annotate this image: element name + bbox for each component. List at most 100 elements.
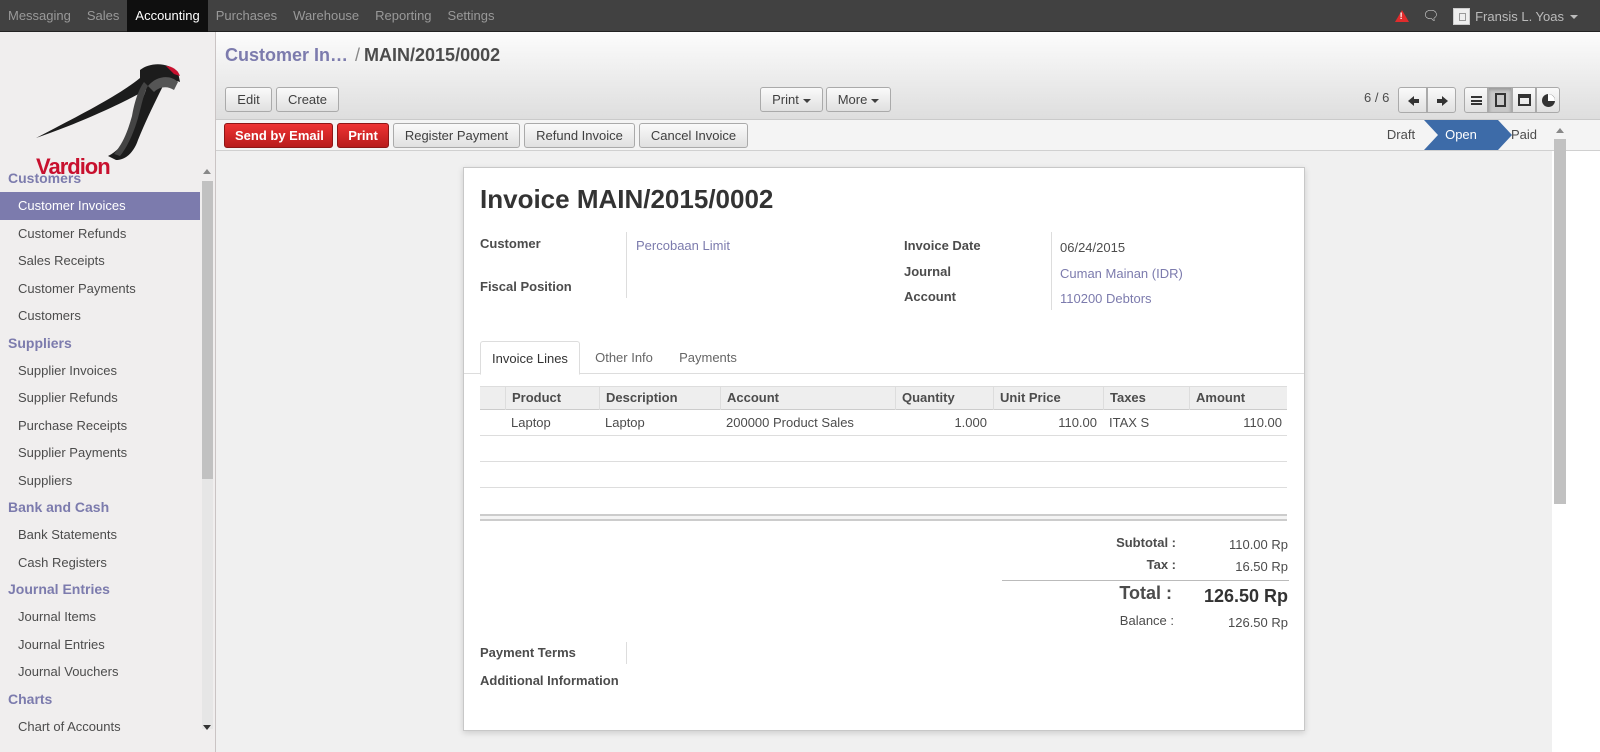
- table-row[interactable]: Laptop Laptop 200000 Product Sales 1.000…: [480, 410, 1287, 436]
- avatar[interactable]: [1453, 7, 1471, 25]
- account-field[interactable]: 110200 Debtors: [1060, 291, 1152, 306]
- cell-account: 200000 Product Sales: [726, 415, 854, 430]
- field-divider: [626, 642, 627, 664]
- section-journal-entries: Journal Entries: [8, 581, 110, 597]
- payment-terms-label: Payment Terms: [480, 645, 576, 660]
- col-unit-price[interactable]: Unit Price: [993, 387, 1103, 410]
- stage-open[interactable]: Open: [1424, 120, 1512, 150]
- sidebar-item-bank-statements[interactable]: Bank Statements: [0, 521, 200, 549]
- scrollbar-thumb[interactable]: [202, 181, 213, 479]
- sidebar-item-sales-receipts[interactable]: Sales Receipts: [0, 247, 200, 275]
- stage-paid[interactable]: Paid: [1504, 120, 1544, 150]
- calendar-view-button[interactable]: [1512, 87, 1536, 113]
- sidebar-item-journal-vouchers[interactable]: Journal Vouchers: [0, 658, 200, 686]
- main-scrollbar[interactable]: [1552, 120, 1568, 752]
- sidebar-item-chart-of-accounts[interactable]: Chart of Accounts: [0, 713, 200, 741]
- main-menu: Messaging Sales Accounting Purchases War…: [0, 0, 503, 32]
- sidebar-item-supplier-payments[interactable]: Supplier Payments: [0, 439, 200, 467]
- sidebar-menu: Customers Customer Invoices Customer Ref…: [0, 165, 200, 740]
- scroll-up-icon[interactable]: [203, 169, 211, 174]
- form-view-button[interactable]: [1488, 87, 1512, 113]
- pager-previous-button[interactable]: [1398, 87, 1427, 113]
- user-menu[interactable]: Fransis L. Yoas: [1475, 9, 1578, 24]
- subtotal-label: Subtotal :: [1116, 535, 1176, 550]
- sidebar-item-supplier-refunds[interactable]: Supplier Refunds: [0, 384, 200, 412]
- stage-draft[interactable]: Draft: [1376, 120, 1426, 150]
- chat-icon[interactable]: 🗨: [1423, 8, 1440, 24]
- col-quantity[interactable]: Quantity: [895, 387, 993, 410]
- empty-row[interactable]: [480, 462, 1287, 488]
- journal-field[interactable]: Cuman Mainan (IDR): [1060, 266, 1183, 281]
- additional-information-label: Additional Information: [480, 673, 619, 688]
- sidebar-item-supplier-invoices[interactable]: Supplier Invoices: [0, 357, 200, 385]
- col-account[interactable]: Account: [720, 387, 895, 410]
- notebook-tabs: Invoice Lines Other Info Payments: [464, 341, 1304, 375]
- more-dropdown-button[interactable]: More: [826, 87, 891, 112]
- cell-amount: 110.00: [1243, 415, 1282, 430]
- subtotal-value: 110.00 Rp: [1228, 537, 1288, 552]
- scroll-down-icon[interactable]: [203, 725, 211, 730]
- pager-value: 6 / 6: [1364, 90, 1390, 105]
- sidebar-item-customer-refunds[interactable]: Customer Refunds: [0, 220, 200, 248]
- create-button[interactable]: Create: [276, 87, 339, 112]
- graph-view-button[interactable]: [1536, 87, 1560, 113]
- menu-accounting[interactable]: Accounting: [127, 0, 208, 32]
- refund-invoice-button[interactable]: Refund Invoice: [524, 123, 635, 148]
- col-amount[interactable]: Amount: [1189, 387, 1287, 410]
- field-divider: [626, 232, 627, 298]
- pager-next-button[interactable]: [1427, 87, 1456, 113]
- breadcrumb-separator: /: [355, 45, 361, 65]
- breadcrumb-current: MAIN/2015/0002: [364, 45, 501, 65]
- table-footer: [480, 514, 1287, 521]
- menu-reporting[interactable]: Reporting: [367, 0, 439, 32]
- sidebar-item-journal-items[interactable]: Journal Items: [0, 603, 200, 631]
- col-product[interactable]: Product: [505, 387, 599, 410]
- menu-settings[interactable]: Settings: [440, 0, 503, 32]
- sidebar-item-customer-invoices[interactable]: Customer Invoices: [0, 192, 200, 220]
- cell-product: Laptop: [511, 415, 551, 430]
- customer-field[interactable]: Percobaan Limit: [636, 238, 730, 253]
- caret-down-icon: [802, 98, 811, 103]
- edit-button[interactable]: Edit: [225, 87, 272, 112]
- tax-label: Tax :: [1146, 557, 1176, 572]
- col-description[interactable]: Description: [599, 387, 720, 410]
- sidebar-item-cash-registers[interactable]: Cash Registers: [0, 549, 200, 577]
- control-panel: Customer In… / MAIN/2015/0002 Edit Create …: [216, 32, 1600, 120]
- sidebar-scrollbar[interactable]: [200, 165, 214, 735]
- cell-unit-price: 110.00: [1058, 415, 1097, 430]
- tab-other-info[interactable]: Other Info: [584, 341, 664, 374]
- stage-open-label: Open: [1445, 127, 1477, 142]
- empty-row[interactable]: [480, 436, 1287, 462]
- tab-payments[interactable]: Payments: [668, 341, 748, 374]
- scroll-up-icon[interactable]: [1556, 128, 1564, 133]
- vardion-logo[interactable]: Vardion: [28, 60, 188, 180]
- sidebar-item-suppliers[interactable]: Suppliers: [0, 467, 200, 495]
- breadcrumb-parent[interactable]: Customer In…: [225, 45, 348, 65]
- col-taxes[interactable]: Taxes: [1103, 387, 1189, 410]
- list-view-button[interactable]: [1464, 87, 1488, 113]
- register-payment-button[interactable]: Register Payment: [393, 123, 520, 148]
- scrollbar-thumb[interactable]: [1554, 139, 1566, 504]
- tab-invoice-lines[interactable]: Invoice Lines: [480, 341, 580, 375]
- cell-taxes: ITAX S: [1109, 415, 1150, 430]
- menu-messaging[interactable]: Messaging: [0, 0, 79, 32]
- sidebar-item-customer-payments[interactable]: Customer Payments: [0, 275, 200, 303]
- tax-value: 16.50 Rp: [1235, 559, 1288, 574]
- sidebar-item-journal-entries[interactable]: Journal Entries: [0, 631, 200, 659]
- calendar-icon: [1518, 94, 1531, 106]
- cancel-invoice-button[interactable]: Cancel Invoice: [639, 123, 748, 148]
- menu-purchases[interactable]: Purchases: [208, 0, 285, 32]
- balance-value: 126.50 Rp: [1228, 615, 1288, 630]
- top-navbar: Messaging Sales Accounting Purchases War…: [0, 0, 1600, 32]
- menu-warehouse[interactable]: Warehouse: [285, 0, 367, 32]
- warning-icon[interactable]: [1394, 10, 1409, 22]
- print-dropdown-button[interactable]: Print: [760, 87, 823, 112]
- sidebar-item-purchase-receipts[interactable]: Purchase Receipts: [0, 412, 200, 440]
- invoice-date-field[interactable]: 06/24/2015: [1060, 240, 1125, 255]
- pie-chart-icon: [1542, 94, 1555, 107]
- print-invoice-button[interactable]: Print: [337, 123, 389, 148]
- totals-divider: [1002, 580, 1289, 581]
- sidebar-item-customers[interactable]: Customers: [0, 302, 200, 330]
- menu-sales[interactable]: Sales: [79, 0, 128, 32]
- send-by-email-button[interactable]: Send by Email: [224, 123, 333, 148]
